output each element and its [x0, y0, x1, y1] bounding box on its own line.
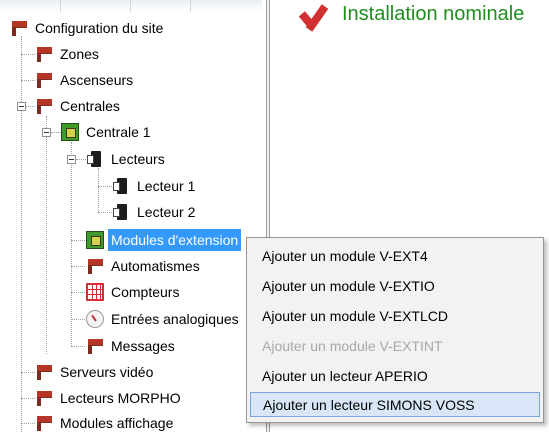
- context-menu: Ajouter un module V-EXT4 Ajouter un modu…: [246, 237, 544, 423]
- menu-item-add-v-extint: Ajouter un module V-EXTINT: [250, 333, 540, 358]
- tree-item-label: Modules d'extension: [108, 229, 242, 251]
- tree-connector: [51, 132, 61, 133]
- tree-connector: [46, 116, 47, 354]
- tree-connector: [21, 80, 35, 81]
- flag-icon: [35, 414, 53, 432]
- tree-item-zones[interactable]: Zones: [35, 42, 102, 66]
- menu-item-add-simons-voss[interactable]: Ajouter un lecteur SIMONS VOSS: [250, 392, 540, 417]
- status-text: Installation nominale: [342, 2, 525, 25]
- tree-item-modules-affichage[interactable]: Modules affichage: [35, 411, 176, 435]
- tree-connector: [98, 168, 99, 212]
- flag-icon: [35, 45, 53, 63]
- tree-item-ascenseurs[interactable]: Ascenseurs: [35, 68, 136, 92]
- menu-item-label: Ajouter un module V-EXT4: [262, 247, 428, 264]
- flag-icon: [35, 389, 53, 407]
- menu-item-label: Ajouter un lecteur APERIO: [262, 367, 428, 384]
- tree-item-label: Lecteurs MORPHO: [60, 390, 181, 406]
- card-reader-icon: [86, 150, 104, 168]
- tree-item-lecteurs-morpho[interactable]: Lecteurs MORPHO: [35, 386, 184, 410]
- tree-connector: [98, 212, 112, 213]
- menu-item-label: Ajouter un module V-EXTIO: [262, 277, 435, 294]
- collapse-toggle-centrale-1[interactable]: [42, 128, 51, 137]
- tree-item-label: Zones: [60, 46, 99, 62]
- flag-icon: [10, 19, 28, 37]
- tree-connector: [76, 159, 86, 160]
- tree-item-label: Lecteur 1: [137, 178, 196, 194]
- tree-connector: [71, 346, 85, 347]
- tree-item-label: Lecteurs: [111, 151, 165, 167]
- tree-connector: [71, 266, 85, 267]
- tree-item-messages[interactable]: Messages: [86, 334, 178, 358]
- tree-connector: [26, 106, 35, 107]
- tree-connector: [71, 292, 85, 293]
- circuit-board-icon: [86, 231, 104, 249]
- tree-connector: [21, 372, 35, 373]
- flag-icon: [35, 363, 53, 381]
- tree-item-centrale-1[interactable]: Centrale 1: [61, 120, 154, 144]
- tree-item-label: Messages: [111, 338, 175, 354]
- menu-item-add-v-extlcd[interactable]: Ajouter un module V-EXTLCD: [250, 303, 540, 328]
- tree-item-automatismes[interactable]: Automatismes: [86, 254, 203, 278]
- counter-grid-icon: [86, 283, 104, 301]
- card-reader-icon: [112, 203, 130, 221]
- menu-item-label: Ajouter un module V-EXTINT: [262, 337, 443, 354]
- tree-item-label: Lecteur 2: [137, 204, 196, 220]
- checkmark-icon: [298, 4, 328, 34]
- flag-icon: [35, 97, 53, 115]
- menu-item-label: Ajouter un lecteur SIMONS VOSS: [263, 396, 475, 413]
- tree-connector: [21, 54, 35, 55]
- tree-item-lecteur-2[interactable]: Lecteur 2: [112, 200, 198, 224]
- collapse-toggle-lecteurs[interactable]: [67, 155, 76, 164]
- collapse-toggle-centrales[interactable]: [17, 102, 26, 111]
- tree-connector: [21, 423, 35, 424]
- tree-item-modules-extension[interactable]: Modules d'extension: [86, 228, 242, 252]
- tree-item-configuration[interactable]: Configuration du site: [10, 16, 166, 40]
- status-banner: Installation nominale: [298, 2, 525, 34]
- tree-item-label: Centrale 1: [86, 124, 151, 140]
- tree-connector: [21, 398, 35, 399]
- tree-item-lecteur-1[interactable]: Lecteur 1: [112, 174, 198, 198]
- tree-item-label: Serveurs vidéo: [60, 364, 154, 380]
- tree-item-label: Entrées analogiques: [111, 311, 239, 327]
- tree-item-label: Centrales: [60, 98, 120, 114]
- tree-item-label: Compteurs: [111, 284, 180, 300]
- menu-item-add-v-ext4[interactable]: Ajouter un module V-EXT4: [250, 243, 540, 268]
- circuit-board-icon: [61, 123, 79, 141]
- gauge-icon: [86, 310, 104, 328]
- tree-item-compteurs[interactable]: Compteurs: [86, 280, 182, 304]
- tree-connector: [98, 186, 112, 187]
- tree-item-label: Configuration du site: [35, 20, 164, 36]
- menu-item-label: Ajouter un module V-EXTLCD: [262, 307, 448, 324]
- menu-item-add-aperio[interactable]: Ajouter un lecteur APERIO: [250, 363, 540, 388]
- menu-item-add-v-extio[interactable]: Ajouter un module V-EXTIO: [250, 273, 540, 298]
- tree-item-label: Automatismes: [111, 258, 200, 274]
- site-tree: Configuration du site Zones Ascenseurs C…: [0, 0, 266, 432]
- tree-item-lecteurs[interactable]: Lecteurs: [86, 147, 168, 171]
- tree-item-serveurs-video[interactable]: Serveurs vidéo: [35, 360, 156, 384]
- tree-item-entrees-analogiques[interactable]: Entrées analogiques: [86, 307, 242, 331]
- flag-icon: [86, 257, 104, 275]
- flag-icon: [86, 337, 104, 355]
- tree-connector: [71, 240, 85, 241]
- tree-connector: [71, 142, 72, 346]
- tree-item-label: Modules affichage: [60, 415, 174, 431]
- tree-item-centrales[interactable]: Centrales: [35, 94, 123, 118]
- tree-connector: [71, 319, 85, 320]
- tree-item-label: Ascenseurs: [60, 72, 134, 88]
- card-reader-icon: [112, 177, 130, 195]
- flag-icon: [35, 71, 53, 89]
